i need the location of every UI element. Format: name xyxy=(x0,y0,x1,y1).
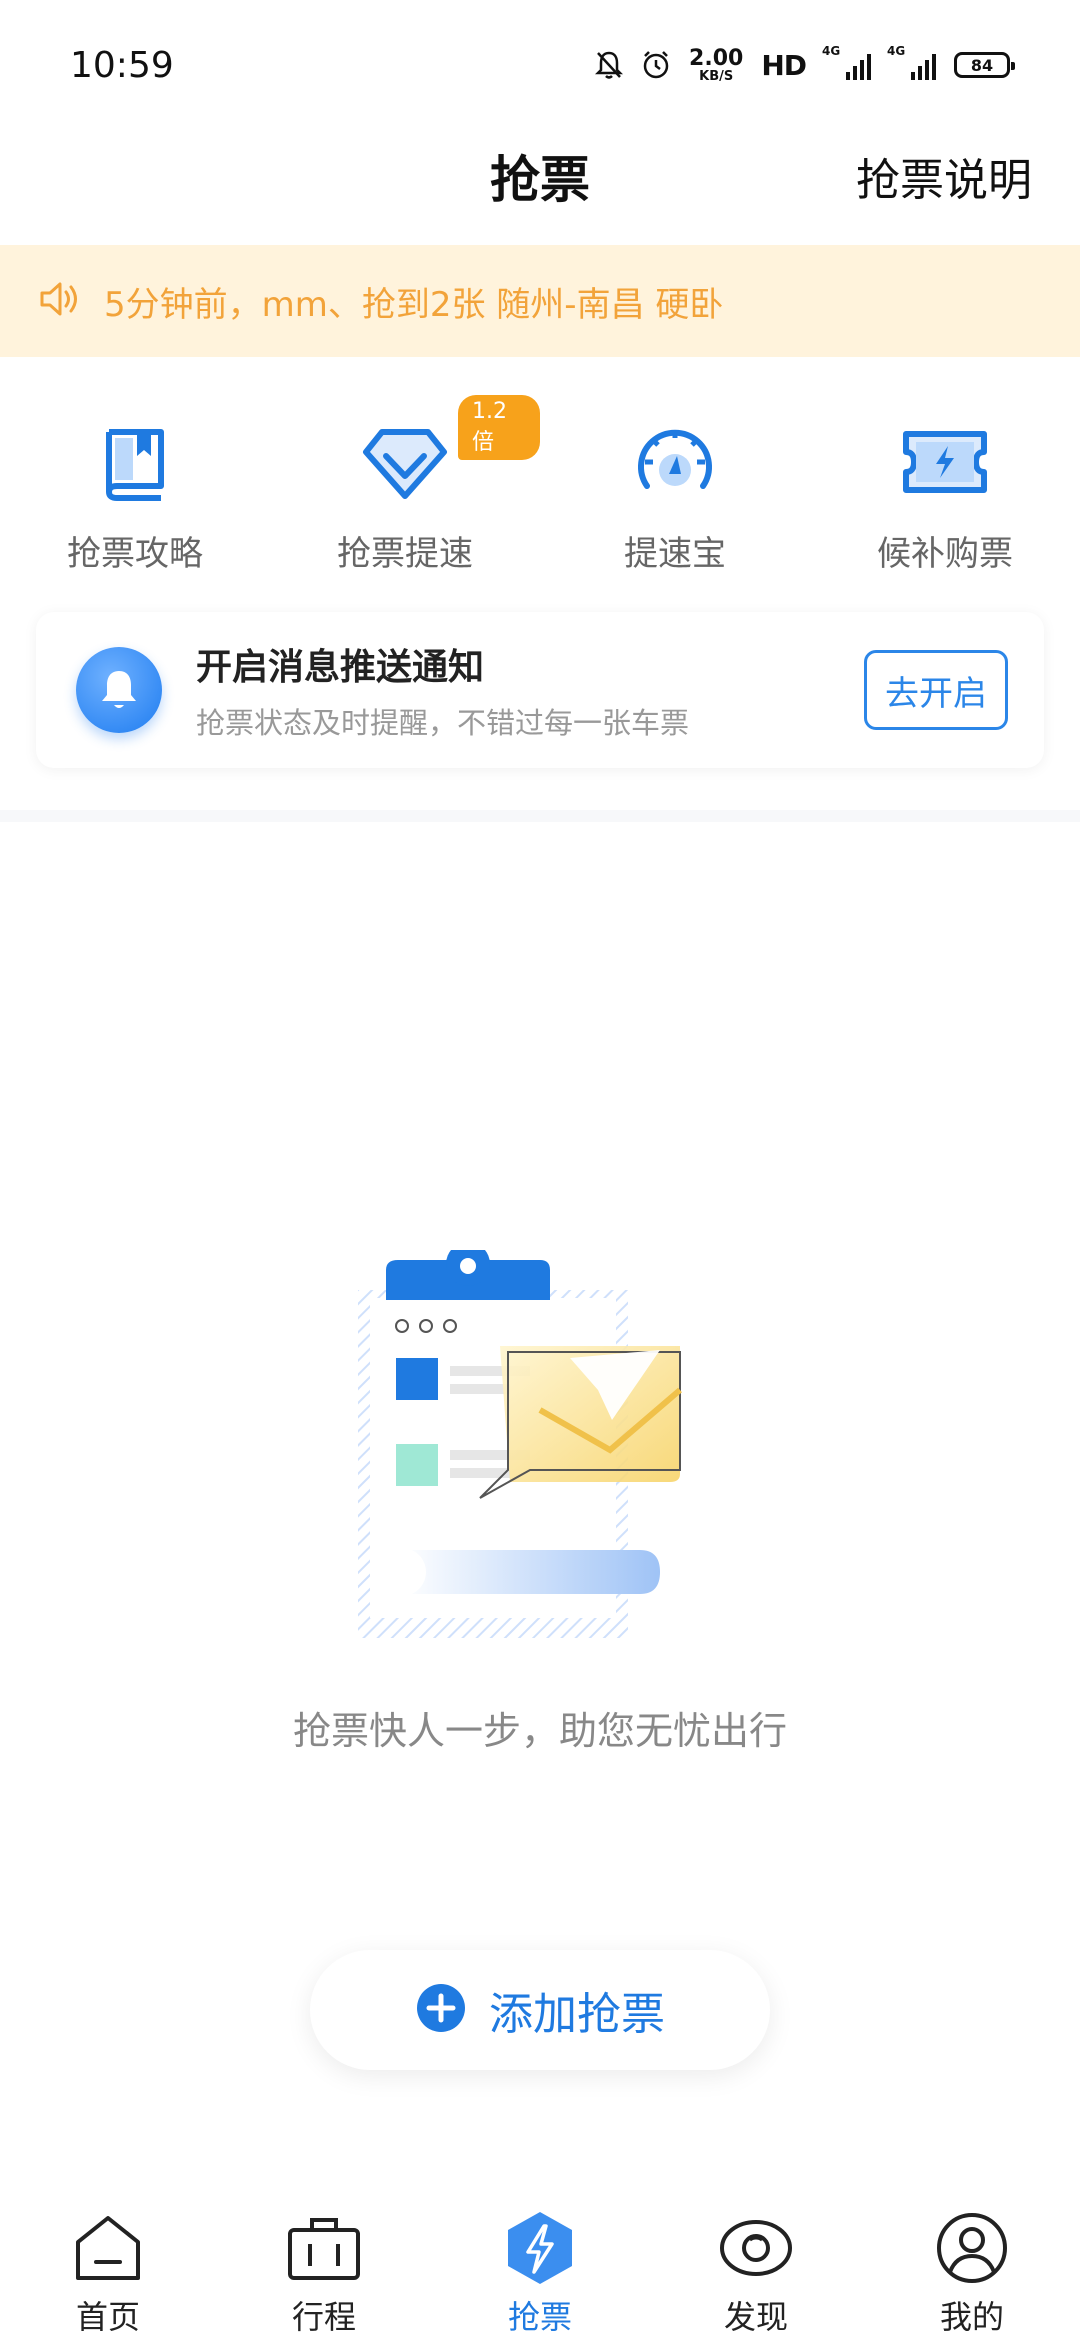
entry-label: 提速宝 xyxy=(624,534,726,574)
home-icon xyxy=(70,2210,146,2286)
entry-waitlist[interactable]: 候补购票 xyxy=(810,395,1080,575)
entry-speed-treasure[interactable]: 提速宝 xyxy=(540,395,810,575)
status-icons: 2.00 KB/S HD 4G 4G 84 xyxy=(595,44,1015,84)
eye-icon xyxy=(718,2210,794,2286)
tab-label: 首页 xyxy=(75,2298,140,2336)
hd-indicator: HD xyxy=(761,48,807,82)
ticket-icon xyxy=(895,413,995,510)
notice-bar: 5分钟前，mm、抢到2张 随州-南昌 硬卧 xyxy=(0,245,1080,357)
net-speed: 2.00 KB/S xyxy=(689,45,744,84)
tab-home[interactable]: 首页 xyxy=(0,2196,216,2340)
push-title: 开启消息推送通知 xyxy=(196,647,485,688)
bell-icon xyxy=(76,647,162,733)
diamond-icon xyxy=(355,413,455,510)
entry-label: 抢票攻略 xyxy=(67,534,203,574)
alarm-icon xyxy=(641,50,671,80)
book-icon xyxy=(85,413,185,510)
nav-bar: 抢票 抢票说明 xyxy=(0,130,1080,240)
notice-text: 5分钟前，mm、抢到2张 随州-南昌 硬卧 xyxy=(104,284,724,325)
quick-entries: 抢票攻略 1.2倍 抢票提速 提速宝 候补购票 xyxy=(0,395,1080,575)
entry-grab-guide[interactable]: 抢票攻略 xyxy=(0,395,270,575)
tab-trips[interactable]: 行程 xyxy=(216,2196,432,2340)
bottom-tab-bar: 首页 行程 抢票 发现 我的 xyxy=(0,2196,1080,2340)
tab-discover[interactable]: 发现 xyxy=(648,2196,864,2340)
signal-icon: 4G xyxy=(887,44,936,80)
plus-circle-icon xyxy=(415,1982,467,2038)
speaker-icon xyxy=(38,279,82,323)
entry-label: 候补购票 xyxy=(877,534,1013,574)
empty-clipboard-illustration xyxy=(340,1242,740,1650)
add-button-label: 添加抢票 xyxy=(489,1989,665,2040)
push-subtitle: 抢票状态及时提醒，不错过每一张车票 xyxy=(196,706,690,740)
push-notification-card: 开启消息推送通知 抢票状态及时提醒，不错过每一张车票 去开启 xyxy=(36,612,1044,768)
push-text: 开启消息推送通知 抢票状态及时提醒，不错过每一张车票 xyxy=(196,638,864,742)
tab-label: 发现 xyxy=(723,2298,788,2336)
tab-grab-ticket[interactable]: 抢票 xyxy=(432,2196,648,2340)
speed-badge: 1.2倍 xyxy=(458,395,540,460)
status-time: 10:59 xyxy=(70,44,174,86)
signal-icon: 4G xyxy=(822,44,871,80)
suitcase-icon xyxy=(286,2210,362,2286)
add-grab-ticket-button[interactable]: 添加抢票 xyxy=(310,1950,770,2070)
battery-icon: 84 xyxy=(954,52,1015,78)
enable-push-button[interactable]: 去开启 xyxy=(864,650,1008,730)
lightning-icon xyxy=(502,2210,578,2286)
entry-label: 抢票提速 xyxy=(337,534,473,574)
tab-label: 抢票 xyxy=(507,2298,572,2336)
user-icon xyxy=(934,2210,1010,2286)
status-bar: 10:59 2.00 KB/S HD 4G 4G 84 xyxy=(0,0,1080,130)
entry-speed-up[interactable]: 1.2倍 抢票提速 xyxy=(270,395,540,575)
mute-bell-icon xyxy=(595,50,624,80)
tab-label: 行程 xyxy=(291,2298,356,2336)
tab-label: 我的 xyxy=(939,2298,1004,2336)
grab-ticket-guide-link[interactable]: 抢票说明 xyxy=(856,144,1032,208)
tab-mine[interactable]: 我的 xyxy=(864,2196,1080,2340)
empty-state-text: 抢票快人一步，助您无忧出行 xyxy=(292,1709,787,1753)
section-divider xyxy=(0,810,1080,822)
speedometer-icon xyxy=(625,413,725,510)
